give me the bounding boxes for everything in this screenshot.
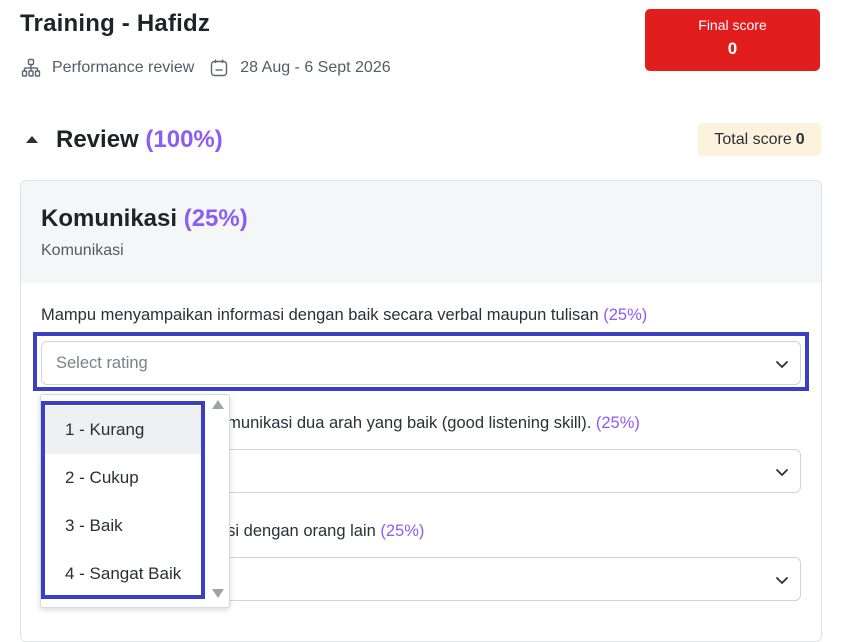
competency-title: Komunikasi (25%) [41,205,248,232]
final-score-value: 0 [727,39,738,58]
scroll-up-icon[interactable] [212,400,224,409]
caret-up-icon[interactable] [26,135,38,143]
page-title: Training - Hafidz [20,10,211,37]
review-title: Review (100%) [56,126,223,153]
scroll-down-icon[interactable] [212,589,224,598]
calendar-icon [208,57,230,79]
total-score-label: Total score [714,130,792,148]
competency-subtitle: Komunikasi [41,242,124,259]
review-percent: (100%) [145,126,223,153]
question-label: asi dengan orang lain (25%) [218,522,425,540]
options-highlight [41,401,205,599]
review-type: Performance review [52,59,195,76]
select-highlight [33,332,809,391]
final-score-label: Final score [698,17,767,33]
chevron-down-icon [776,577,788,584]
total-score-badge: Total score 0 [698,123,821,156]
chevron-down-icon [776,469,788,476]
review-toggle[interactable]: Review (100%) [26,122,223,158]
org-chart-icon [20,57,42,79]
final-score-badge: Final score 0 [645,9,820,71]
review-meta: Performance review 28 Aug - 6 Sept 2026 [20,56,391,80]
question-label: omunikasi dua arah yang baik (good liste… [218,414,640,432]
total-score-value: 0 [795,130,805,148]
competency-percent: (25%) [183,205,248,232]
date-range: 28 Aug - 6 Sept 2026 [240,59,391,76]
question-label: Mampu menyampaikan informasi dengan baik… [41,306,648,324]
